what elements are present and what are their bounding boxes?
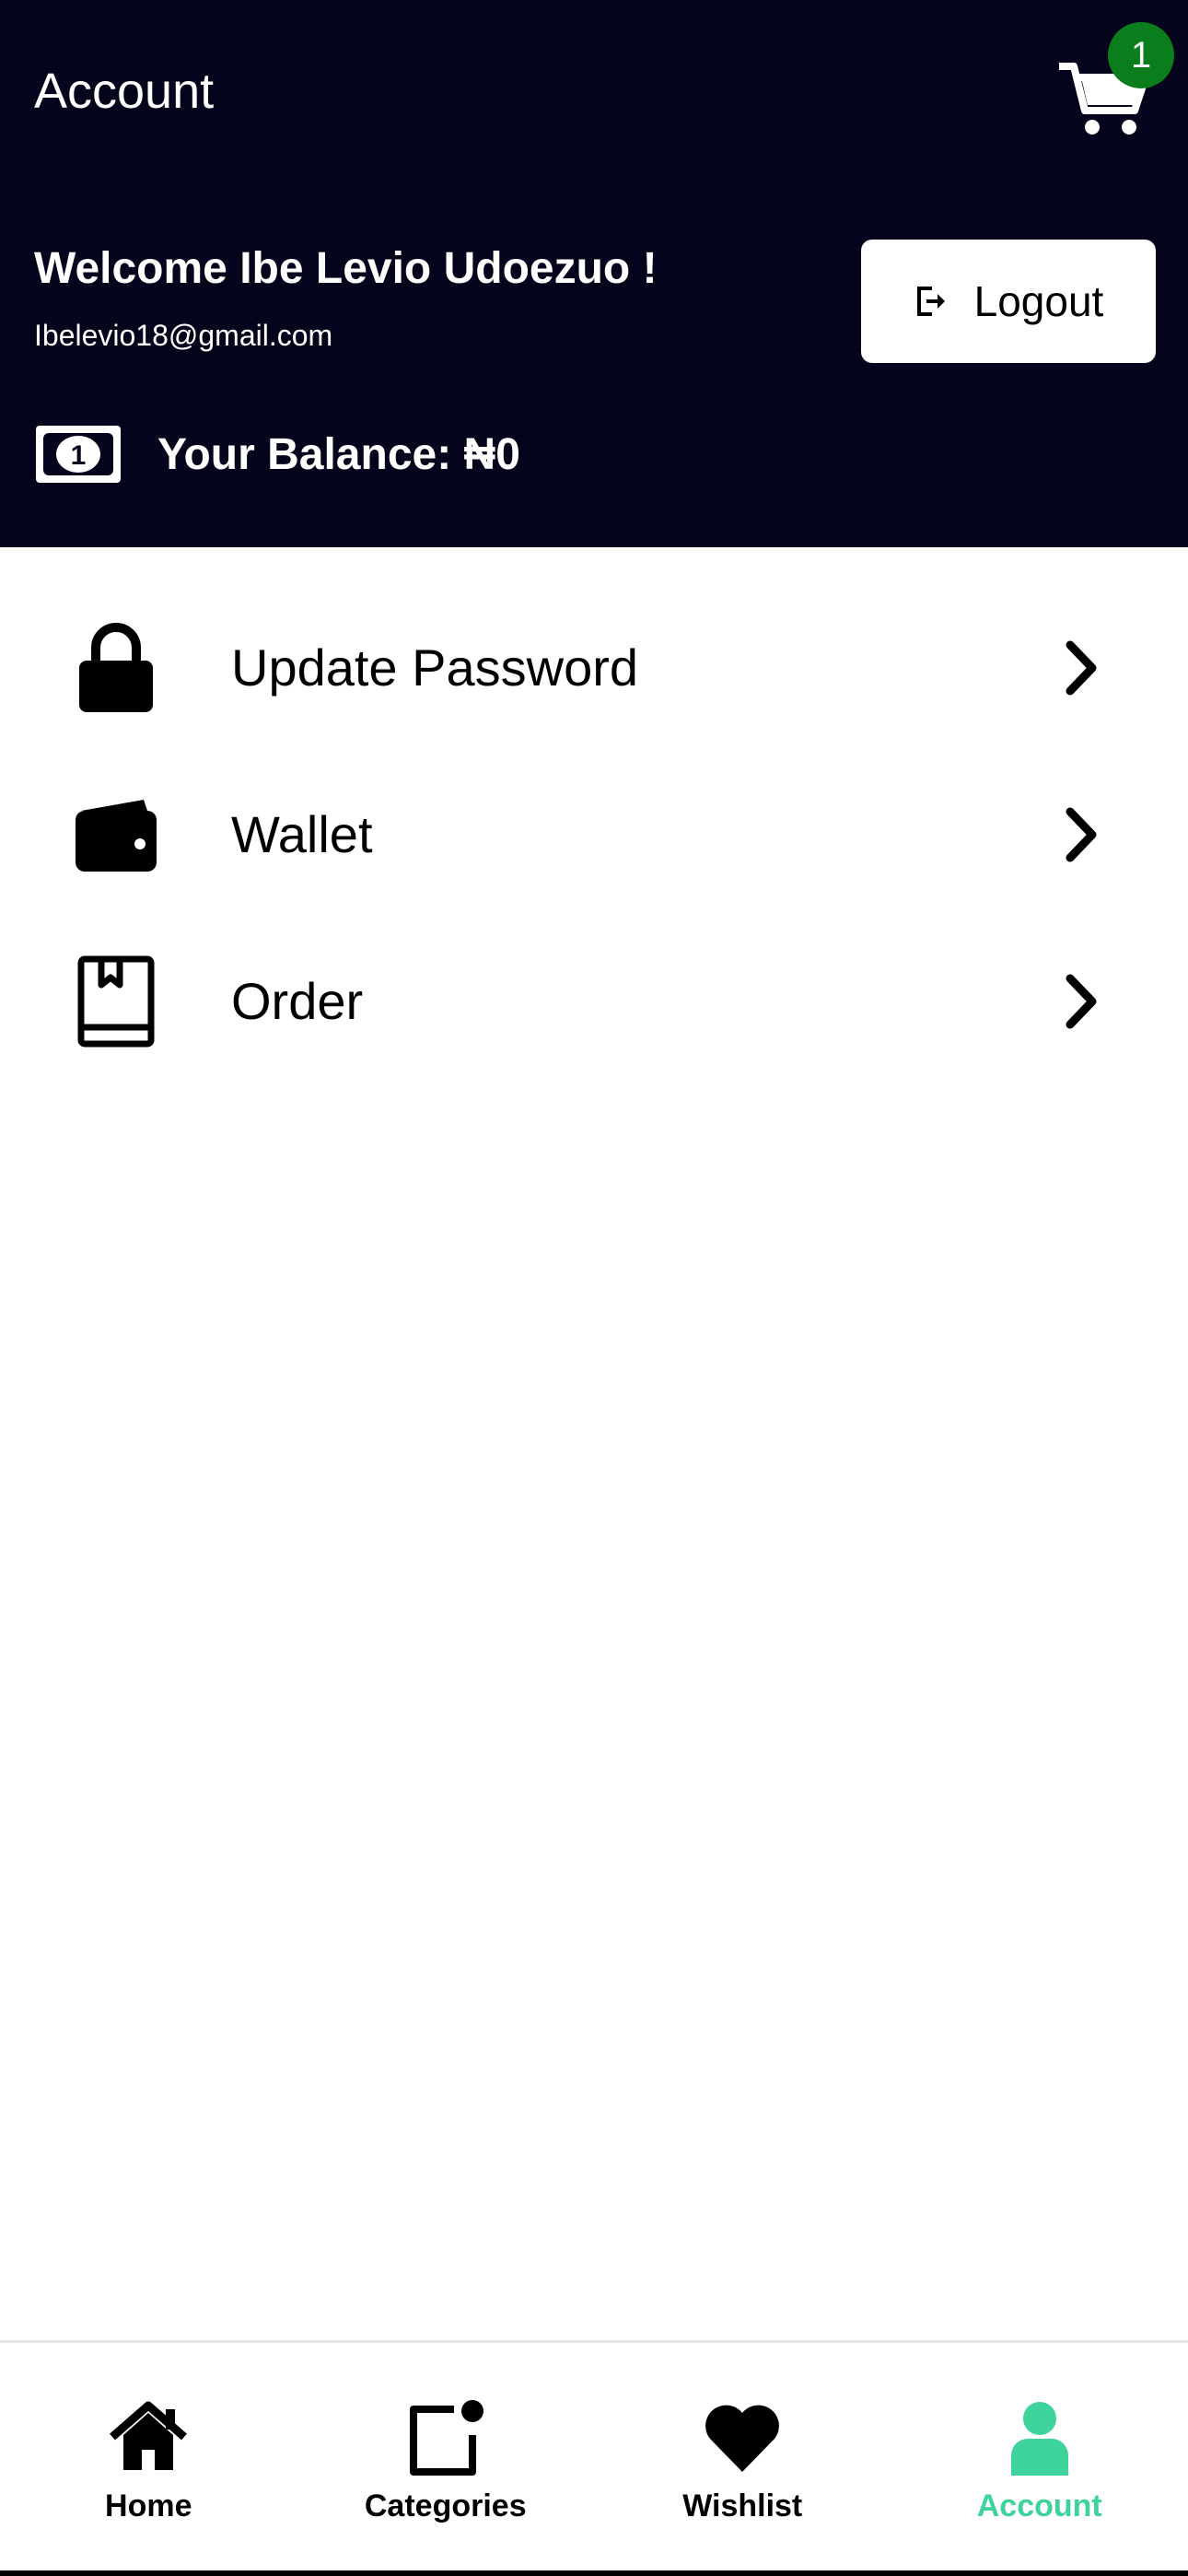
menu-item-wallet[interactable]: Wallet [0,751,1188,918]
chevron-right-icon [1066,640,1097,695]
chevron-right-icon [1066,974,1097,1028]
lock-icon [74,622,158,714]
page-title: Account [34,64,215,119]
bottom-navigation: Home Categories Wishlist Account [0,2340,1188,2570]
logout-label: Logout [973,277,1104,325]
user-email: Ibelevio18@gmail.com [34,319,333,352]
logout-icon [916,287,945,316]
welcome-text: Welcome Ibe Levio Udoezuo ! [34,244,658,293]
menu-item-label: Order [231,972,364,1030]
balance-text: Your Balance: ₦0 [157,429,520,479]
cart-count-badge: 1 [1108,22,1174,88]
chevron-right-icon [1066,807,1097,861]
nav-label: Categories [364,2488,527,2523]
logout-button[interactable]: Logout [861,240,1156,363]
heart-icon [705,2405,780,2472]
menu-item-order[interactable]: Order [0,918,1188,1084]
nav-label: Account [976,2488,1102,2523]
wallet-icon [74,789,158,881]
user-icon [1010,2402,1068,2476]
categories-icon [409,2400,483,2476]
menu-item-label: Wallet [231,805,373,863]
nav-label: Wishlist [682,2488,803,2523]
nav-home[interactable]: Home [0,2343,297,2570]
account-menu: Update Password Wallet Order [0,584,1188,1084]
nav-label: Home [105,2488,192,2523]
money-icon: 1 [36,426,121,483]
menu-item-update-password[interactable]: Update Password [0,584,1188,751]
nav-wishlist[interactable]: Wishlist [594,2343,891,2570]
nav-categories[interactable]: Categories [297,2343,595,2570]
nav-account[interactable]: Account [891,2343,1188,2570]
account-header: Account 1 Welcome Ibe Levio Udoezuo ! Ib… [0,0,1188,547]
balance-row: 1 Your Balance: ₦0 [34,424,520,485]
home-icon [110,2401,188,2470]
book-icon [74,955,158,1048]
menu-item-label: Update Password [231,638,639,697]
bottom-divider [0,2570,1188,2576]
svg-text:1: 1 [71,440,87,471]
